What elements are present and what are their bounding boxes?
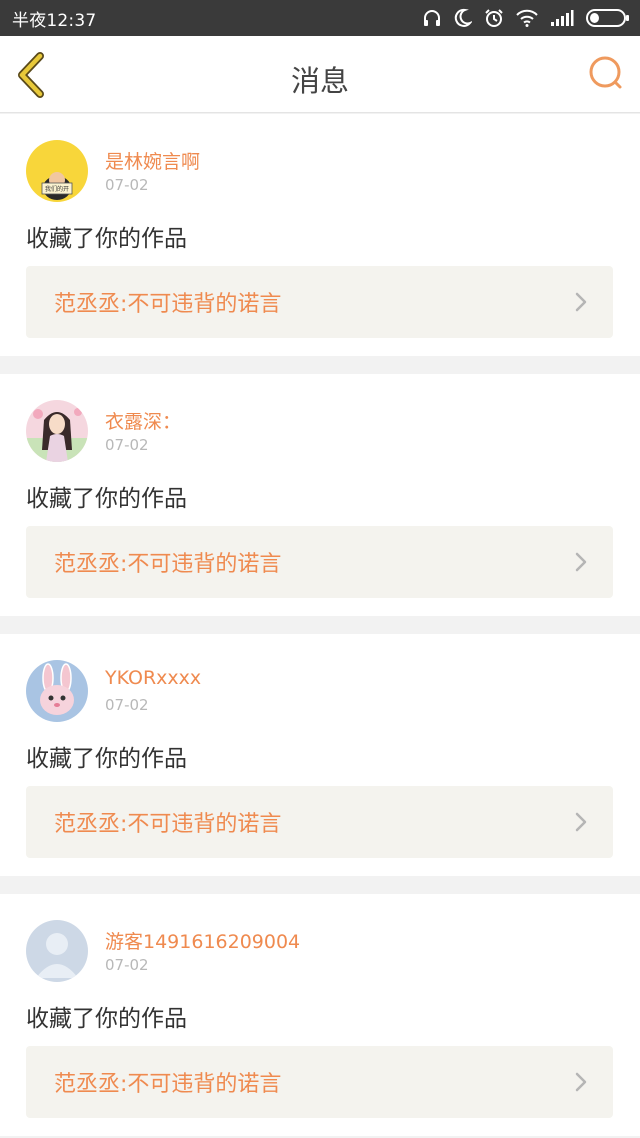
page-title: 消息 xyxy=(290,64,349,98)
avatar[interactable]: 我们的开 xyxy=(26,140,88,202)
alarm-icon xyxy=(484,8,504,28)
username[interactable]: 游客1491616209004 xyxy=(105,927,300,954)
avatar[interactable] xyxy=(26,400,88,462)
message-date: 07-02 xyxy=(105,956,149,974)
message-action: 收藏了你的作品 xyxy=(26,486,187,512)
message-list: 我们的开 是林婉言啊 07-02 收藏了你的作品 范丞丞:不可违背的诺言 衣露深… xyxy=(0,114,640,1138)
message-card: 我们的开 是林婉言啊 07-02 收藏了你的作品 范丞丞:不可违背的诺言 xyxy=(0,114,640,356)
chevron-right-icon xyxy=(575,812,587,836)
wifi-icon xyxy=(516,9,538,27)
header-bar: 消息 xyxy=(0,36,640,113)
search-button[interactable] xyxy=(586,54,626,94)
chevron-right-icon xyxy=(575,1072,587,1096)
chevron-right-icon xyxy=(575,552,587,576)
message-card: 游客1491616209004 07-02 收藏了你的作品 范丞丞:不可违背的诺… xyxy=(0,894,640,1136)
signal-icon xyxy=(550,9,574,27)
work-title: 范丞丞:不可违背的诺言 xyxy=(54,552,282,577)
chevron-right-icon xyxy=(575,292,587,316)
username[interactable]: 是林婉言啊 xyxy=(105,147,200,174)
status-bar: 半夜12:37 xyxy=(0,0,640,36)
battery-icon xyxy=(586,8,630,28)
work-title: 范丞丞:不可违背的诺言 xyxy=(54,1072,282,1097)
moon-icon xyxy=(454,8,472,28)
work-title: 范丞丞:不可违背的诺言 xyxy=(54,292,282,317)
work-link[interactable]: 范丞丞:不可违背的诺言 xyxy=(26,786,613,858)
message-date: 07-02 xyxy=(105,696,149,714)
message-action: 收藏了你的作品 xyxy=(26,1006,187,1032)
message-date: 07-02 xyxy=(105,436,149,454)
search-icon xyxy=(586,56,626,98)
work-link[interactable]: 范丞丞:不可违背的诺言 xyxy=(26,266,613,338)
avatar-sign-text: 我们的开 xyxy=(45,185,69,193)
headphones-icon xyxy=(422,8,442,28)
message-date: 07-02 xyxy=(105,176,149,194)
message-card: YKORxxxx 07-02 收藏了你的作品 范丞丞:不可违背的诺言 xyxy=(0,634,640,876)
work-link[interactable]: 范丞丞:不可违背的诺言 xyxy=(26,526,613,598)
message-card: 衣露深： 07-02 收藏了你的作品 范丞丞:不可违背的诺言 xyxy=(0,374,640,616)
message-action: 收藏了你的作品 xyxy=(26,746,187,772)
message-action: 收藏了你的作品 xyxy=(26,226,187,252)
work-link[interactable]: 范丞丞:不可违背的诺言 xyxy=(26,1046,613,1118)
status-icons xyxy=(422,8,630,28)
status-time: 半夜12:37 xyxy=(12,10,97,31)
username[interactable]: YKORxxxx xyxy=(105,667,201,689)
avatar[interactable] xyxy=(26,920,88,982)
username[interactable]: 衣露深： xyxy=(105,407,181,434)
work-title: 范丞丞:不可违背的诺言 xyxy=(54,812,282,837)
avatar[interactable] xyxy=(26,660,88,722)
